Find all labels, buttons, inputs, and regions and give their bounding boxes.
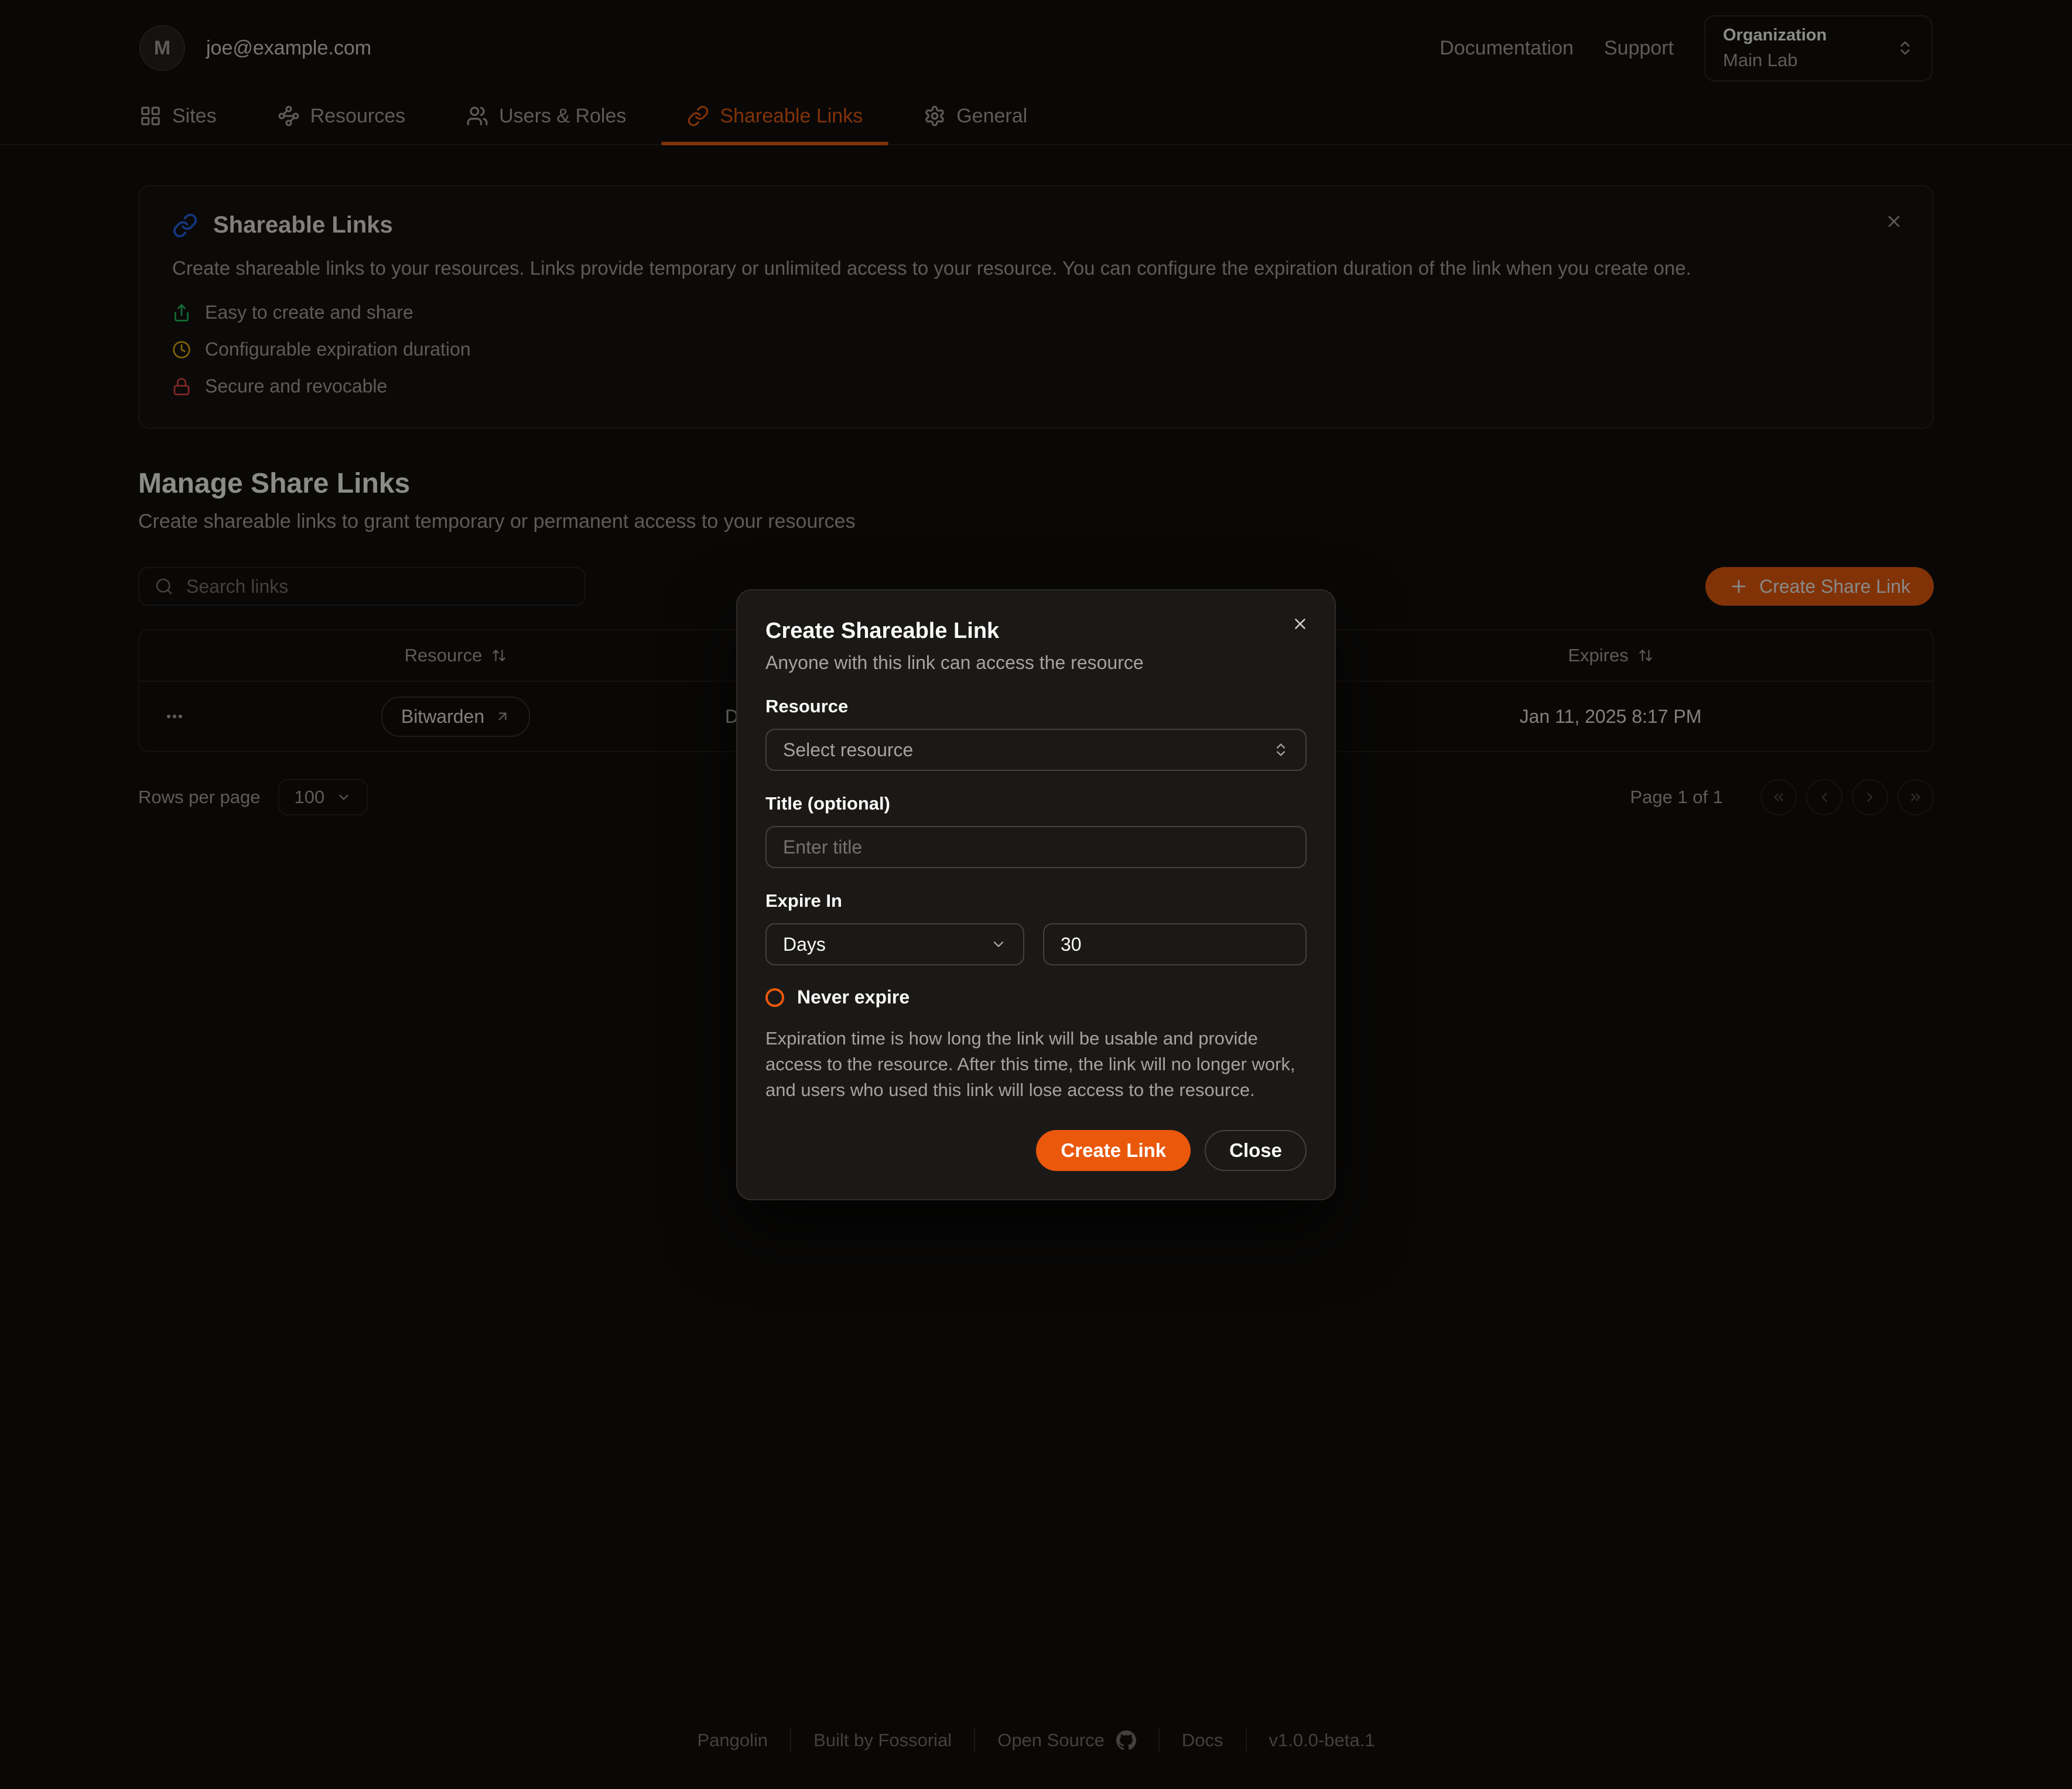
create-link-button[interactable]: Create Link xyxy=(1036,1130,1191,1171)
expire-in-row: Days xyxy=(765,911,1307,965)
chevron-down-icon xyxy=(990,936,1007,952)
never-expire-label: Never expire xyxy=(797,986,910,1008)
modal-close-button[interactable] xyxy=(1291,615,1309,634)
modal-close-action-button[interactable]: Close xyxy=(1205,1130,1307,1171)
expiration-help-text: Expiration time is how long the link wil… xyxy=(765,1026,1307,1103)
never-expire-option[interactable]: Never expire xyxy=(765,986,1307,1008)
expire-in-label: Expire In xyxy=(765,890,1307,911)
expire-value-wrapper xyxy=(1043,923,1307,965)
resource-select[interactable]: Select resource xyxy=(765,729,1307,771)
expire-unit-select[interactable]: Days xyxy=(765,923,1024,965)
title-input[interactable] xyxy=(783,837,1289,858)
expire-value-input[interactable] xyxy=(1061,934,1289,955)
chevrons-up-down-icon xyxy=(1273,742,1289,758)
modal-title: Create Shareable Link xyxy=(765,619,1307,644)
create-shareable-link-modal: Create Shareable Link Anyone with this l… xyxy=(736,589,1336,1200)
radio-icon xyxy=(765,988,784,1007)
close-icon xyxy=(1291,615,1309,633)
app-screen: M joe@example.com Documentation Support … xyxy=(0,0,2072,1789)
modal-actions: Create Link Close xyxy=(765,1130,1307,1171)
title-field-label: Title (optional) xyxy=(765,793,1307,814)
expire-unit-value: Days xyxy=(783,934,826,955)
resource-field-label: Resource xyxy=(765,696,1307,717)
resource-select-placeholder: Select resource xyxy=(783,739,913,761)
title-field-wrapper xyxy=(765,826,1307,868)
modal-subtitle: Anyone with this link can access the res… xyxy=(765,652,1307,674)
